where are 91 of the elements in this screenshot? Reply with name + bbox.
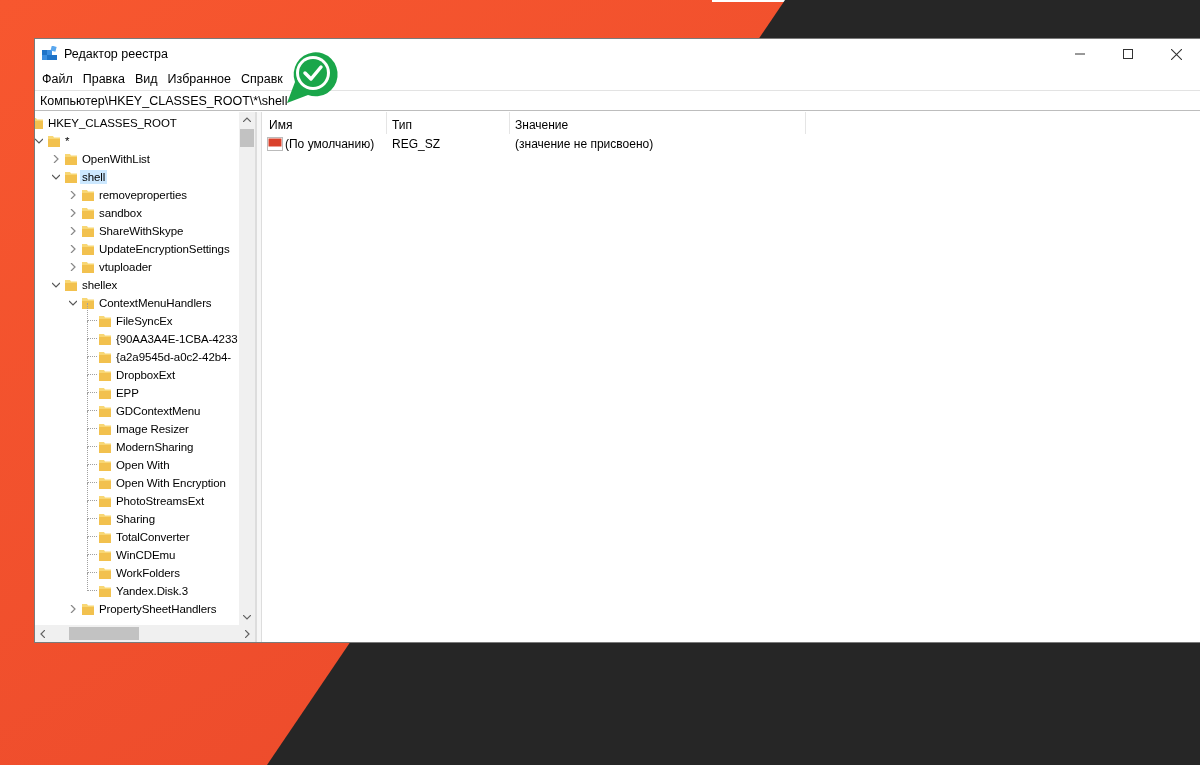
folder-icon [98, 404, 112, 418]
chevron-icon[interactable] [69, 263, 77, 271]
tree-item[interactable]: GDContextMenu [114, 404, 203, 418]
string-value-icon [267, 137, 283, 151]
tree-item[interactable]: vtuploader [97, 260, 154, 274]
folder-icon [98, 350, 112, 364]
tree-item[interactable]: {90AA3A4E-1CBA-4233 [114, 332, 239, 346]
chevron-icon[interactable] [52, 173, 60, 181]
chevron-icon[interactable] [69, 209, 77, 217]
address-field[interactable]: Компьютер\HKEY_CLASSES_ROOT\*\shell [35, 90, 1200, 111]
horizontal-scrollbar[interactable] [35, 625, 255, 642]
tree-item[interactable]: WorkFolders [114, 566, 182, 580]
tree-item[interactable]: WinCDEmu [114, 548, 178, 562]
folder-icon [81, 260, 95, 274]
folder-icon [64, 152, 78, 166]
folder-icon [98, 368, 112, 382]
chevron-icon[interactable] [69, 299, 77, 307]
chevron-icon[interactable] [69, 605, 77, 613]
tree-item[interactable]: ContextMenuHandlers [97, 296, 214, 310]
tree-item[interactable]: Yandex.Disk.3 [114, 584, 190, 598]
folder-icon [98, 512, 112, 526]
chevron-icon[interactable] [52, 155, 60, 163]
folder-icon [64, 170, 78, 184]
scroll-up-icon[interactable] [243, 117, 251, 122]
table-cell-text: (значение не присвоено) [514, 137, 655, 151]
tree-item[interactable]: PropertySheetHandlers [97, 602, 219, 616]
chevron-icon[interactable] [69, 245, 77, 253]
menu-item[interactable]: Справк [235, 72, 288, 86]
table-cell-text: REG_SZ [391, 137, 441, 151]
folder-icon [81, 242, 95, 256]
table-cell: (По умолчанию) [285, 137, 375, 151]
folder-icon [98, 494, 112, 508]
tree-item[interactable]: DropboxExt [114, 368, 178, 382]
tree-item[interactable]: FileSyncEx [114, 314, 175, 328]
folder-icon [98, 584, 112, 598]
scroll-down-icon[interactable] [243, 615, 251, 620]
folder-icon [64, 278, 78, 292]
scroll-thumb[interactable] [240, 129, 254, 147]
tree-item[interactable]: shell [80, 170, 108, 184]
chevron-icon[interactable] [52, 281, 60, 289]
folder-icon [81, 602, 95, 616]
maximize-icon [1123, 49, 1133, 59]
menu-item[interactable]: Избранное [162, 72, 236, 86]
folder-icon [81, 206, 95, 220]
tree-item[interactable]: ModernSharing [114, 440, 196, 454]
folder-icon [47, 134, 61, 148]
tree-item[interactable]: UpdateEncryptionSettings [97, 242, 232, 256]
folder-icon [98, 530, 112, 544]
folder-icon [98, 386, 112, 400]
tree-item[interactable]: OpenWithList [80, 152, 152, 166]
column-header[interactable]: Имя [264, 112, 387, 134]
tree-item[interactable]: HKEY_CLASSES_ROOT [46, 116, 179, 130]
folder-icon [98, 332, 112, 346]
folder-icon [98, 548, 112, 562]
tree-item[interactable]: TotalConverter [114, 530, 192, 544]
folder-icon [98, 566, 112, 580]
scroll-left-icon[interactable] [40, 629, 45, 638]
menu-item[interactable]: Вид [129, 72, 163, 86]
tree-item[interactable]: sandbox [97, 206, 144, 220]
close-icon [1170, 48, 1182, 60]
scroll-right-icon[interactable] [245, 629, 250, 638]
chevron-icon[interactable] [69, 227, 77, 235]
column-header[interactable]: Значение [510, 112, 806, 134]
vertical-scrollbar[interactable] [239, 112, 255, 625]
window-title: Редактор реестра [64, 47, 169, 61]
chevron-icon[interactable] [69, 191, 77, 199]
tree-item[interactable]: Sharing [114, 512, 157, 526]
folder-icon [98, 440, 112, 454]
folder-icon [81, 296, 95, 310]
tree-item[interactable]: shellex [80, 278, 120, 292]
tree-item[interactable]: Open With [114, 458, 172, 472]
registry-icon [42, 46, 58, 62]
folder-icon [98, 422, 112, 436]
folder-icon [81, 188, 95, 202]
tree-item[interactable]: * [63, 134, 72, 148]
chevron-icon[interactable] [35, 137, 43, 145]
folder-icon [98, 476, 112, 490]
menu-item[interactable]: Файл [37, 72, 78, 86]
folder-icon [81, 224, 95, 238]
tree-item[interactable]: PhotoStreamsExt [114, 494, 206, 508]
folder-icon [98, 458, 112, 472]
tree-item[interactable]: {a2a9545d-a0c2-42b4- [114, 350, 234, 364]
scroll-thumb[interactable] [69, 627, 139, 640]
tree-item[interactable]: EPP [114, 386, 141, 400]
tree-item[interactable]: ShareWithSkype [97, 224, 186, 238]
folder-icon [98, 314, 112, 328]
menu-item[interactable]: Правка [77, 72, 130, 86]
tree-item[interactable]: removeproperties [97, 188, 189, 202]
tree-item[interactable]: Open With Encryption [114, 476, 228, 490]
tree-item[interactable]: Image Resizer [114, 422, 191, 436]
column-header[interactable]: Тип [387, 112, 510, 134]
